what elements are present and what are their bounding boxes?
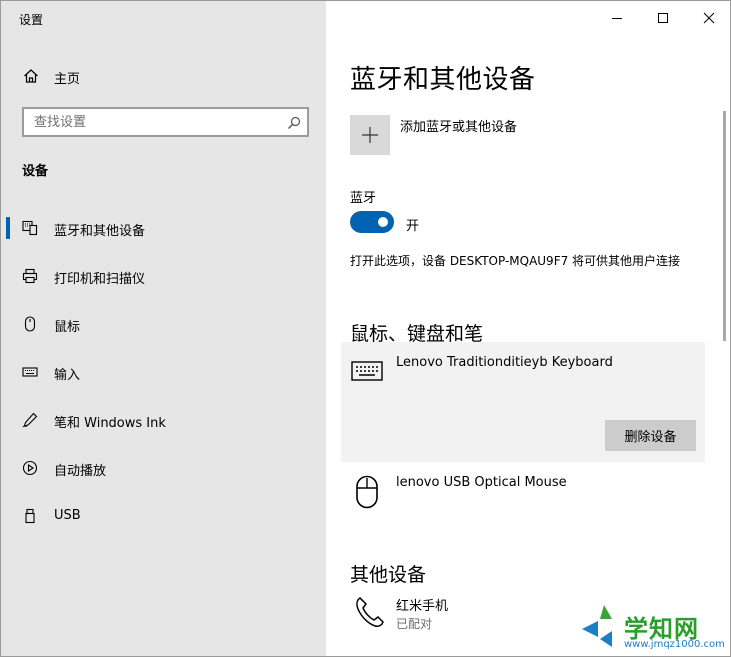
sidebar-item-label: USB [54,508,81,523]
plus-icon [362,127,378,143]
page-title: 蓝牙和其他设备 [350,65,536,95]
device-card-keyboard[interactable]: Lenovo Traditionditieyb Keyboard 删除设备 [341,342,705,462]
sidebar-item-typing[interactable]: 输入 [1,355,326,389]
watermark-url: www.jmqz1000.com [624,639,725,650]
settings-window: 设置 主页 设备 蓝牙和其他设备 打印机和扫描仪 [0,0,731,657]
autoplay-icon [22,460,38,476]
add-device-button[interactable] [350,115,390,155]
sidebar-item-label: 蓝牙和其他设备 [54,224,146,239]
section-title-devices: 设备 [22,164,49,179]
mouse-icon [355,475,379,509]
bluetooth-devices-icon [22,220,38,236]
device-name: lenovo USB Optical Mouse [396,475,567,490]
bluetooth-description: 打开此选项，设备 DESKTOP-MQAU9F7 将可供其他用户连接 [350,254,681,268]
sidebar-item-label: 输入 [54,368,81,383]
bluetooth-state-label: 开 [406,219,420,234]
keyboard-icon [351,360,383,382]
maximize-button[interactable] [640,1,686,37]
minimize-icon [612,18,622,19]
sidebar-item-autoplay[interactable]: 自动播放 [1,451,326,485]
section-title-other-devices: 其他设备 [350,564,427,586]
pen-icon [22,412,38,428]
window-title: 设置 [19,13,44,27]
sidebar-item-usb[interactable]: USB [1,499,326,533]
sidebar-item-bluetooth[interactable]: 蓝牙和其他设备 [1,211,326,245]
sidebar-item-pen[interactable]: 笔和 Windows Ink [1,403,326,437]
device-name: 红米手机 [396,599,449,614]
sidebar: 设置 主页 设备 蓝牙和其他设备 打印机和扫描仪 [1,1,326,656]
usb-icon [22,508,38,524]
remove-device-button[interactable]: 删除设备 [605,420,696,451]
add-device-label[interactable]: 添加蓝牙或其他设备 [400,116,517,135]
bluetooth-toggle[interactable] [350,211,394,233]
search-icon[interactable] [287,115,301,129]
mouse-icon [22,316,38,332]
phone-icon [355,595,384,629]
printer-icon [22,268,38,284]
nav-home-label: 主页 [54,72,81,87]
search-box[interactable] [22,107,309,137]
main-content: 蓝牙和其他设备 添加蓝牙或其他设备 蓝牙 开 打开此选项，设备 DESKTOP-… [326,1,730,656]
search-input[interactable] [24,109,279,135]
maximize-icon [658,13,668,23]
minimize-button[interactable] [594,1,640,37]
home-icon [23,68,39,84]
bluetooth-label: 蓝牙 [350,191,377,206]
device-name: Lenovo Traditionditieyb Keyboard [396,355,613,370]
sidebar-item-label: 笔和 Windows Ink [54,416,166,431]
device-row-mouse[interactable]: lenovo USB Optical Mouse [350,475,710,515]
sidebar-item-label: 自动播放 [54,464,107,479]
toggle-knob [378,217,388,227]
close-icon [703,12,715,24]
device-status: 已配对 [396,617,433,631]
scrollbar-thumb[interactable] [723,111,726,341]
close-button[interactable] [686,1,730,37]
watermark: 学知网 www.jmqz1000.com [578,603,728,655]
window-controls [594,1,730,37]
sidebar-item-mouse[interactable]: 鼠标 [1,307,326,341]
sidebar-item-label: 鼠标 [54,320,81,335]
sidebar-item-printers[interactable]: 打印机和扫描仪 [1,259,326,293]
keyboard-icon [22,364,38,380]
watermark-logo-icon [578,603,620,651]
nav-home[interactable]: 主页 [1,61,326,91]
sidebar-item-label: 打印机和扫描仪 [54,272,146,287]
